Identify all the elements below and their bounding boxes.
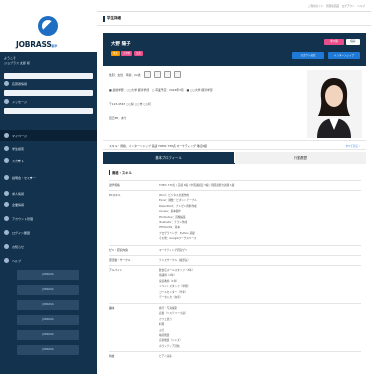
- message-icon: [4, 99, 9, 104]
- table-row: PCスキル Word：ビジネス文書作成 Excel：関数・ピボットテーブル Powe…: [109, 190, 361, 244]
- sidebar-item-messages[interactable]: メッセージ: [4, 99, 27, 104]
- account-icon: [4, 216, 9, 221]
- logo-area: JOBRASS新卒: [0, 0, 97, 52]
- greeting-line-2: ジョブラス 太郎 様: [4, 61, 30, 65]
- skills-more-link[interactable]: すべて見る ›: [345, 144, 360, 148]
- internship-button[interactable]: インターンシップ: [328, 52, 360, 59]
- table-row: 特技 ピアノ演奏: [109, 351, 361, 361]
- sidebar-item-seminar[interactable]: 説明会・セミナー ▾: [4, 175, 36, 180]
- folder-icon[interactable]: [163, 71, 171, 78]
- table-cell-multiline: 飲食店ホールスタッフ（3年） 塾講師（2年） 家庭教師（1年） イベントスタッフ（単発…: [159, 269, 195, 300]
- table-row: 部活動・サークル テニスサークル（副部長）: [109, 255, 361, 265]
- sidebar: JOBRASS新卒 ようこそ ジョブラス 太郎 様 応募者情報 メッセージ マイ…: [0, 0, 97, 374]
- table-cell-multiline: Word：ビジネス文書作成 Excel：関数・ピボットテーブル PowerPoint…: [159, 194, 197, 241]
- tag-badge-3: 文系: [134, 51, 143, 56]
- person-icon: [307, 70, 362, 138]
- file-icon[interactable]: [143, 71, 151, 78]
- sidebar-banner-5[interactable]: JOBRASS: [17, 330, 79, 340]
- table-row: 語学資格 TOEIC 730点 / 英検 2級 / 中国語検定 3級 / 韓国語…: [109, 180, 361, 190]
- tag-badge-2: 大学院: [121, 51, 133, 56]
- sidebar-item-account[interactable]: アカウント管理: [4, 216, 33, 221]
- jobrass-logo-icon: [38, 16, 58, 36]
- profile-tabs: 基本プロフィール 行動履歴: [103, 152, 366, 164]
- greeting-line-1: ようこそ: [4, 56, 17, 60]
- candidate-info: 性別：女性 年齢：22歳 ■ 最終学歴：○○大学 経済学部 ○ 卒業予定：202…: [103, 66, 303, 136]
- file-icon[interactable]: [153, 71, 161, 78]
- home-icon: [4, 133, 9, 138]
- title-accent-bar: [103, 16, 105, 22]
- skills-row: スキル・資格：インターンシップ 英語 TOEIC 730点 マーケティング 簿記…: [103, 140, 366, 150]
- private-status-badge[interactable]: 非公開: [324, 39, 344, 45]
- user-greeting: ようこそ ジョブラス 太郎 様: [0, 55, 97, 69]
- tag-badge-1: 男女: [111, 51, 120, 56]
- candidate-photo: [307, 70, 362, 138]
- tab-action-history[interactable]: 行動履歴: [235, 152, 366, 164]
- section-title: 資格・スキル: [109, 170, 132, 175]
- info-row-pr: 自己PR：あり: [109, 116, 127, 120]
- bell-icon: [4, 244, 9, 249]
- sidebar-sub-box-2: [4, 90, 93, 96]
- sidebar-item-student-search[interactable]: 学生検索: [4, 146, 24, 151]
- candidate-name: 大野 陽子: [111, 42, 131, 47]
- sidebar-item-help[interactable]: ヘルプ: [4, 258, 21, 263]
- search-icon: [4, 146, 9, 151]
- tab-basic-profile[interactable]: 基本プロフィール: [103, 152, 234, 164]
- sidebar-banner-2[interactable]: JOBRASS: [17, 285, 79, 295]
- page-header: 学生詳細: [97, 12, 371, 26]
- sidebar-item-notice[interactable]: お知らせ: [4, 244, 24, 249]
- table-row: 趣味 旅行・写真撮影 読書（ミステリー小説） カフェ巡り 料理 ヨガ 映画鑑賞 音楽鑑賞（ジ…: [109, 303, 361, 351]
- sidebar-sub-box-3: [4, 108, 93, 114]
- sidebar-banner-1[interactable]: JOBRASS: [17, 270, 79, 280]
- info-row-address: 〒123-4567 ○○県 ○○市 ○○町: [109, 102, 151, 106]
- gear-icon[interactable]: [173, 71, 181, 78]
- sidebar-item-jobs[interactable]: 求人情報: [4, 191, 24, 196]
- sidebar-banner-3[interactable]: JOBRASS: [17, 300, 79, 310]
- sidebar-sub-box: [4, 73, 93, 79]
- chevron-down-icon: ▾: [30, 175, 33, 180]
- sidebar-item-scout[interactable]: スカウト ▾: [4, 158, 24, 163]
- table-cell-multiline: 旅行・写真撮影 読書（ミステリー小説） カフェ巡り 料理 ヨガ 映画鑑賞 音楽鑑賞（ジャズ）…: [159, 307, 188, 348]
- candidate-header: 大野 陽子 男女 大学院 文系 非公開 保存 スカウト送信 インターンシップ: [103, 33, 366, 66]
- company-icon: [4, 202, 9, 207]
- top-bar: ご利用ガイド 管理者画面 ログアウト ヘルプ: [97, 0, 371, 12]
- sidebar-banner-6[interactable]: JOBRASS: [17, 345, 79, 355]
- sidebar-banner-4[interactable]: JOBRASS: [17, 315, 79, 325]
- info-row-education: ■ 最終学歴：○○大学 経済学部 ○ 卒業予定：2024年3月 ■ ○○大学 経…: [109, 88, 213, 92]
- save-button[interactable]: 保存: [346, 39, 360, 45]
- jobs-icon: [4, 191, 9, 196]
- brand-logo[interactable]: JOBRASS新卒: [16, 40, 57, 49]
- scout-icon: [4, 158, 9, 163]
- help-icon: [4, 258, 9, 263]
- sidebar-item-applicants[interactable]: 応募者情報: [4, 81, 27, 86]
- seminar-icon: [4, 175, 9, 180]
- applicants-icon: [4, 81, 9, 86]
- table-row: ゼミ・研究内容 マーケティング研究ゼミ: [109, 245, 361, 255]
- sidebar-item-mypage[interactable]: マイページ: [0, 130, 97, 141]
- skills-label: スキル・資格：インターンシップ 英語 TOEIC 730点 マーケティング 簿記…: [109, 144, 207, 148]
- info-row-basic: 性別：女性 年齢：22歳: [109, 71, 181, 78]
- chevron-down-icon: ▾: [18, 158, 21, 163]
- top-links[interactable]: ご利用ガイド 管理者画面 ログアウト ヘルプ: [308, 4, 365, 8]
- history-icon: [4, 230, 9, 235]
- page-title: 学生詳細: [107, 16, 121, 20]
- scout-send-button[interactable]: スカウト送信: [292, 52, 324, 59]
- sidebar-item-login-history[interactable]: ログイン履歴: [4, 230, 30, 235]
- table-row: アルバイト 飲食店ホールスタッフ（3年） 塾講師（2年） 家庭教師（1年） イベントス…: [109, 265, 361, 303]
- sidebar-item-company[interactable]: 企業情報: [4, 202, 24, 207]
